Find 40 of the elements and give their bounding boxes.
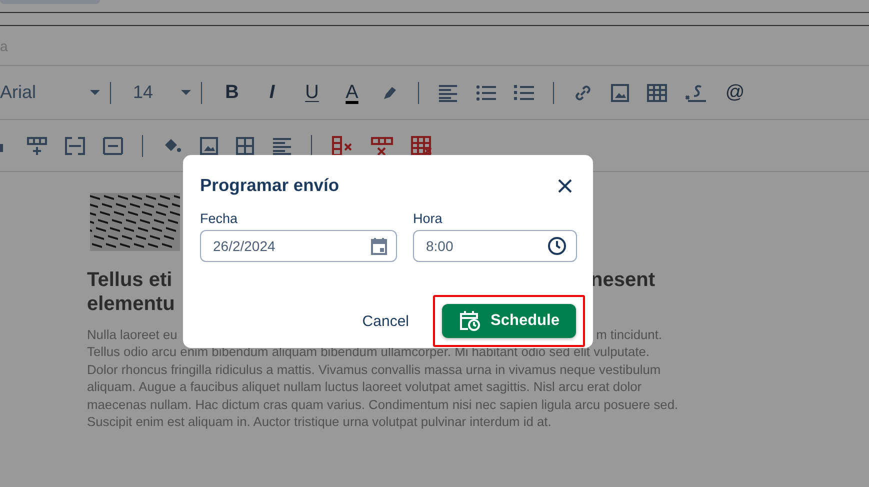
- delete-table-icon[interactable]: [411, 136, 433, 156]
- clear-format-icon[interactable]: [685, 84, 707, 102]
- underline-button[interactable]: U: [297, 78, 327, 106]
- merge-cells-icon[interactable]: [65, 136, 85, 154]
- split-cells-icon[interactable]: [103, 136, 123, 154]
- image-icon[interactable]: [200, 136, 218, 154]
- article-heading: Tellus eti: [87, 268, 172, 292]
- align-left-icon[interactable]: [272, 136, 292, 154]
- caret-icon: [181, 90, 191, 95]
- article-text: m tincidunt.: [596, 326, 662, 344]
- align-left-icon[interactable]: [438, 84, 458, 102]
- article-heading: nesent: [590, 268, 655, 292]
- dialog-title: Programar envío: [200, 175, 340, 196]
- delete-row-icon[interactable]: [371, 136, 393, 156]
- article-text: Nulla laoreet eu: [87, 326, 178, 344]
- bold-button[interactable]: B: [217, 78, 247, 106]
- calendar-icon: [371, 237, 387, 255]
- font-dropdown[interactable]: Arial: [0, 82, 100, 103]
- close-icon[interactable]: [557, 178, 573, 194]
- calendar-clock-icon: [458, 310, 481, 332]
- cancel-button[interactable]: Cancel: [362, 312, 409, 330]
- schedule-button[interactable]: Schedule: [442, 304, 576, 338]
- italic-button[interactable]: I: [257, 78, 287, 106]
- insert-row-icon[interactable]: [27, 136, 47, 156]
- field-label: Hora: [413, 211, 444, 226]
- image-icon[interactable]: [611, 84, 629, 102]
- article-heading: elementu: [87, 292, 175, 316]
- caret-icon: [90, 90, 100, 95]
- time-field[interactable]: 8:00: [413, 230, 577, 262]
- bullet-list-icon[interactable]: [476, 84, 496, 100]
- numbered-list-icon[interactable]: [514, 84, 534, 102]
- mention-button[interactable]: @: [720, 78, 750, 106]
- field-label: Fecha: [200, 211, 239, 226]
- date-field[interactable]: 26/2/2024: [200, 230, 397, 262]
- link-icon[interactable]: [573, 82, 593, 102]
- delete-column-icon[interactable]: [331, 136, 353, 156]
- grid-icon[interactable]: [236, 136, 254, 154]
- font-size-dropdown[interactable]: 14: [133, 82, 191, 103]
- text-color-button[interactable]: A: [337, 78, 367, 106]
- clock-icon: [547, 236, 567, 256]
